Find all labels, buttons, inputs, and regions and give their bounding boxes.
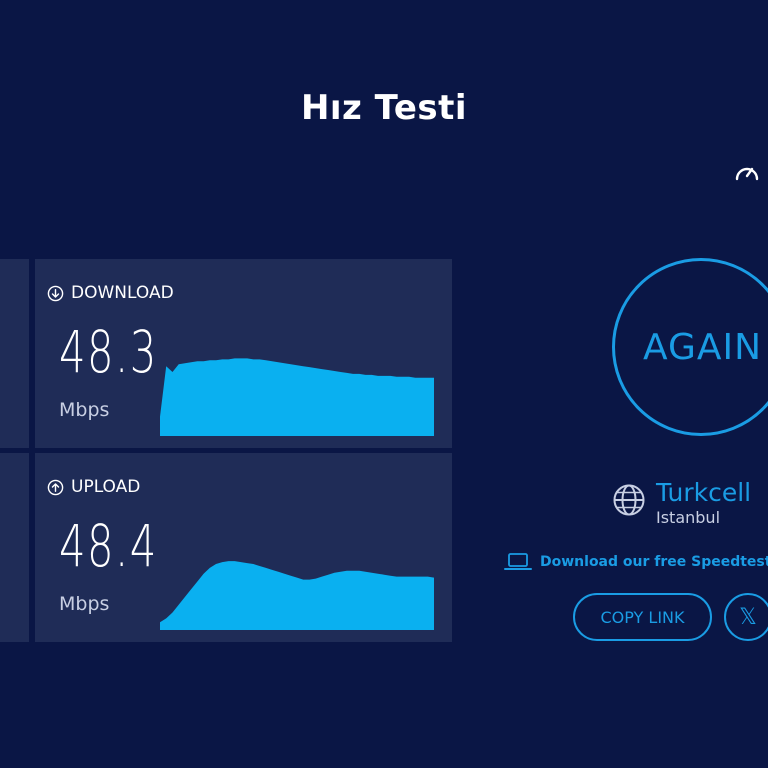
- laptop-icon: [504, 553, 532, 570]
- copy-link-button[interactable]: COPY LINK: [573, 593, 712, 641]
- upload-value: 48.4: [59, 512, 158, 580]
- download-label: DOWNLOAD: [71, 283, 174, 303]
- copy-link-label: COPY LINK: [600, 607, 685, 627]
- upload-panel: UPLOAD 48.4 Mbps: [35, 453, 452, 642]
- download-heading: DOWNLOAD: [47, 283, 174, 303]
- download-app-link[interactable]: Download our free Speedtest: [504, 549, 768, 575]
- x-icon: 𝕏: [739, 604, 757, 630]
- again-label: AGAIN: [643, 327, 763, 368]
- globe-icon: [613, 484, 645, 516]
- download-unit: Mbps: [59, 399, 110, 421]
- ping-panel-clipped: [0, 259, 29, 448]
- page-title: Hız Testi: [300, 88, 468, 128]
- x-share-button[interactable]: 𝕏: [724, 593, 768, 641]
- download-graph-area: [160, 358, 434, 436]
- isp-city: Istanbul: [656, 508, 721, 527]
- results-link[interactable]: [762, 164, 768, 180]
- upload-graph-area: [160, 561, 434, 630]
- again-button[interactable]: AGAIN: [612, 258, 768, 436]
- arrow-down-circle-icon: [47, 285, 64, 301]
- upload-unit: Mbps: [59, 593, 110, 615]
- download-value: 48.3: [59, 318, 158, 386]
- download-app-label: Download our free Speedtest: [540, 554, 768, 570]
- download-panel: DOWNLOAD 48.3 Mbps: [35, 259, 452, 448]
- upload-label: UPLOAD: [71, 477, 141, 497]
- gauge-icon[interactable]: [734, 161, 760, 183]
- download-graph: [160, 358, 434, 436]
- upload-heading: UPLOAD: [47, 477, 140, 497]
- arrow-up-circle-icon: [47, 479, 64, 495]
- ping-panel-clipped-2: [0, 453, 29, 642]
- upload-graph: [160, 561, 434, 630]
- speedtest-page: Hız Testi DOWNLOAD 48.3 Mbps UPLOAD 48.4: [0, 0, 768, 768]
- isp-name[interactable]: Turkcell: [656, 478, 751, 507]
